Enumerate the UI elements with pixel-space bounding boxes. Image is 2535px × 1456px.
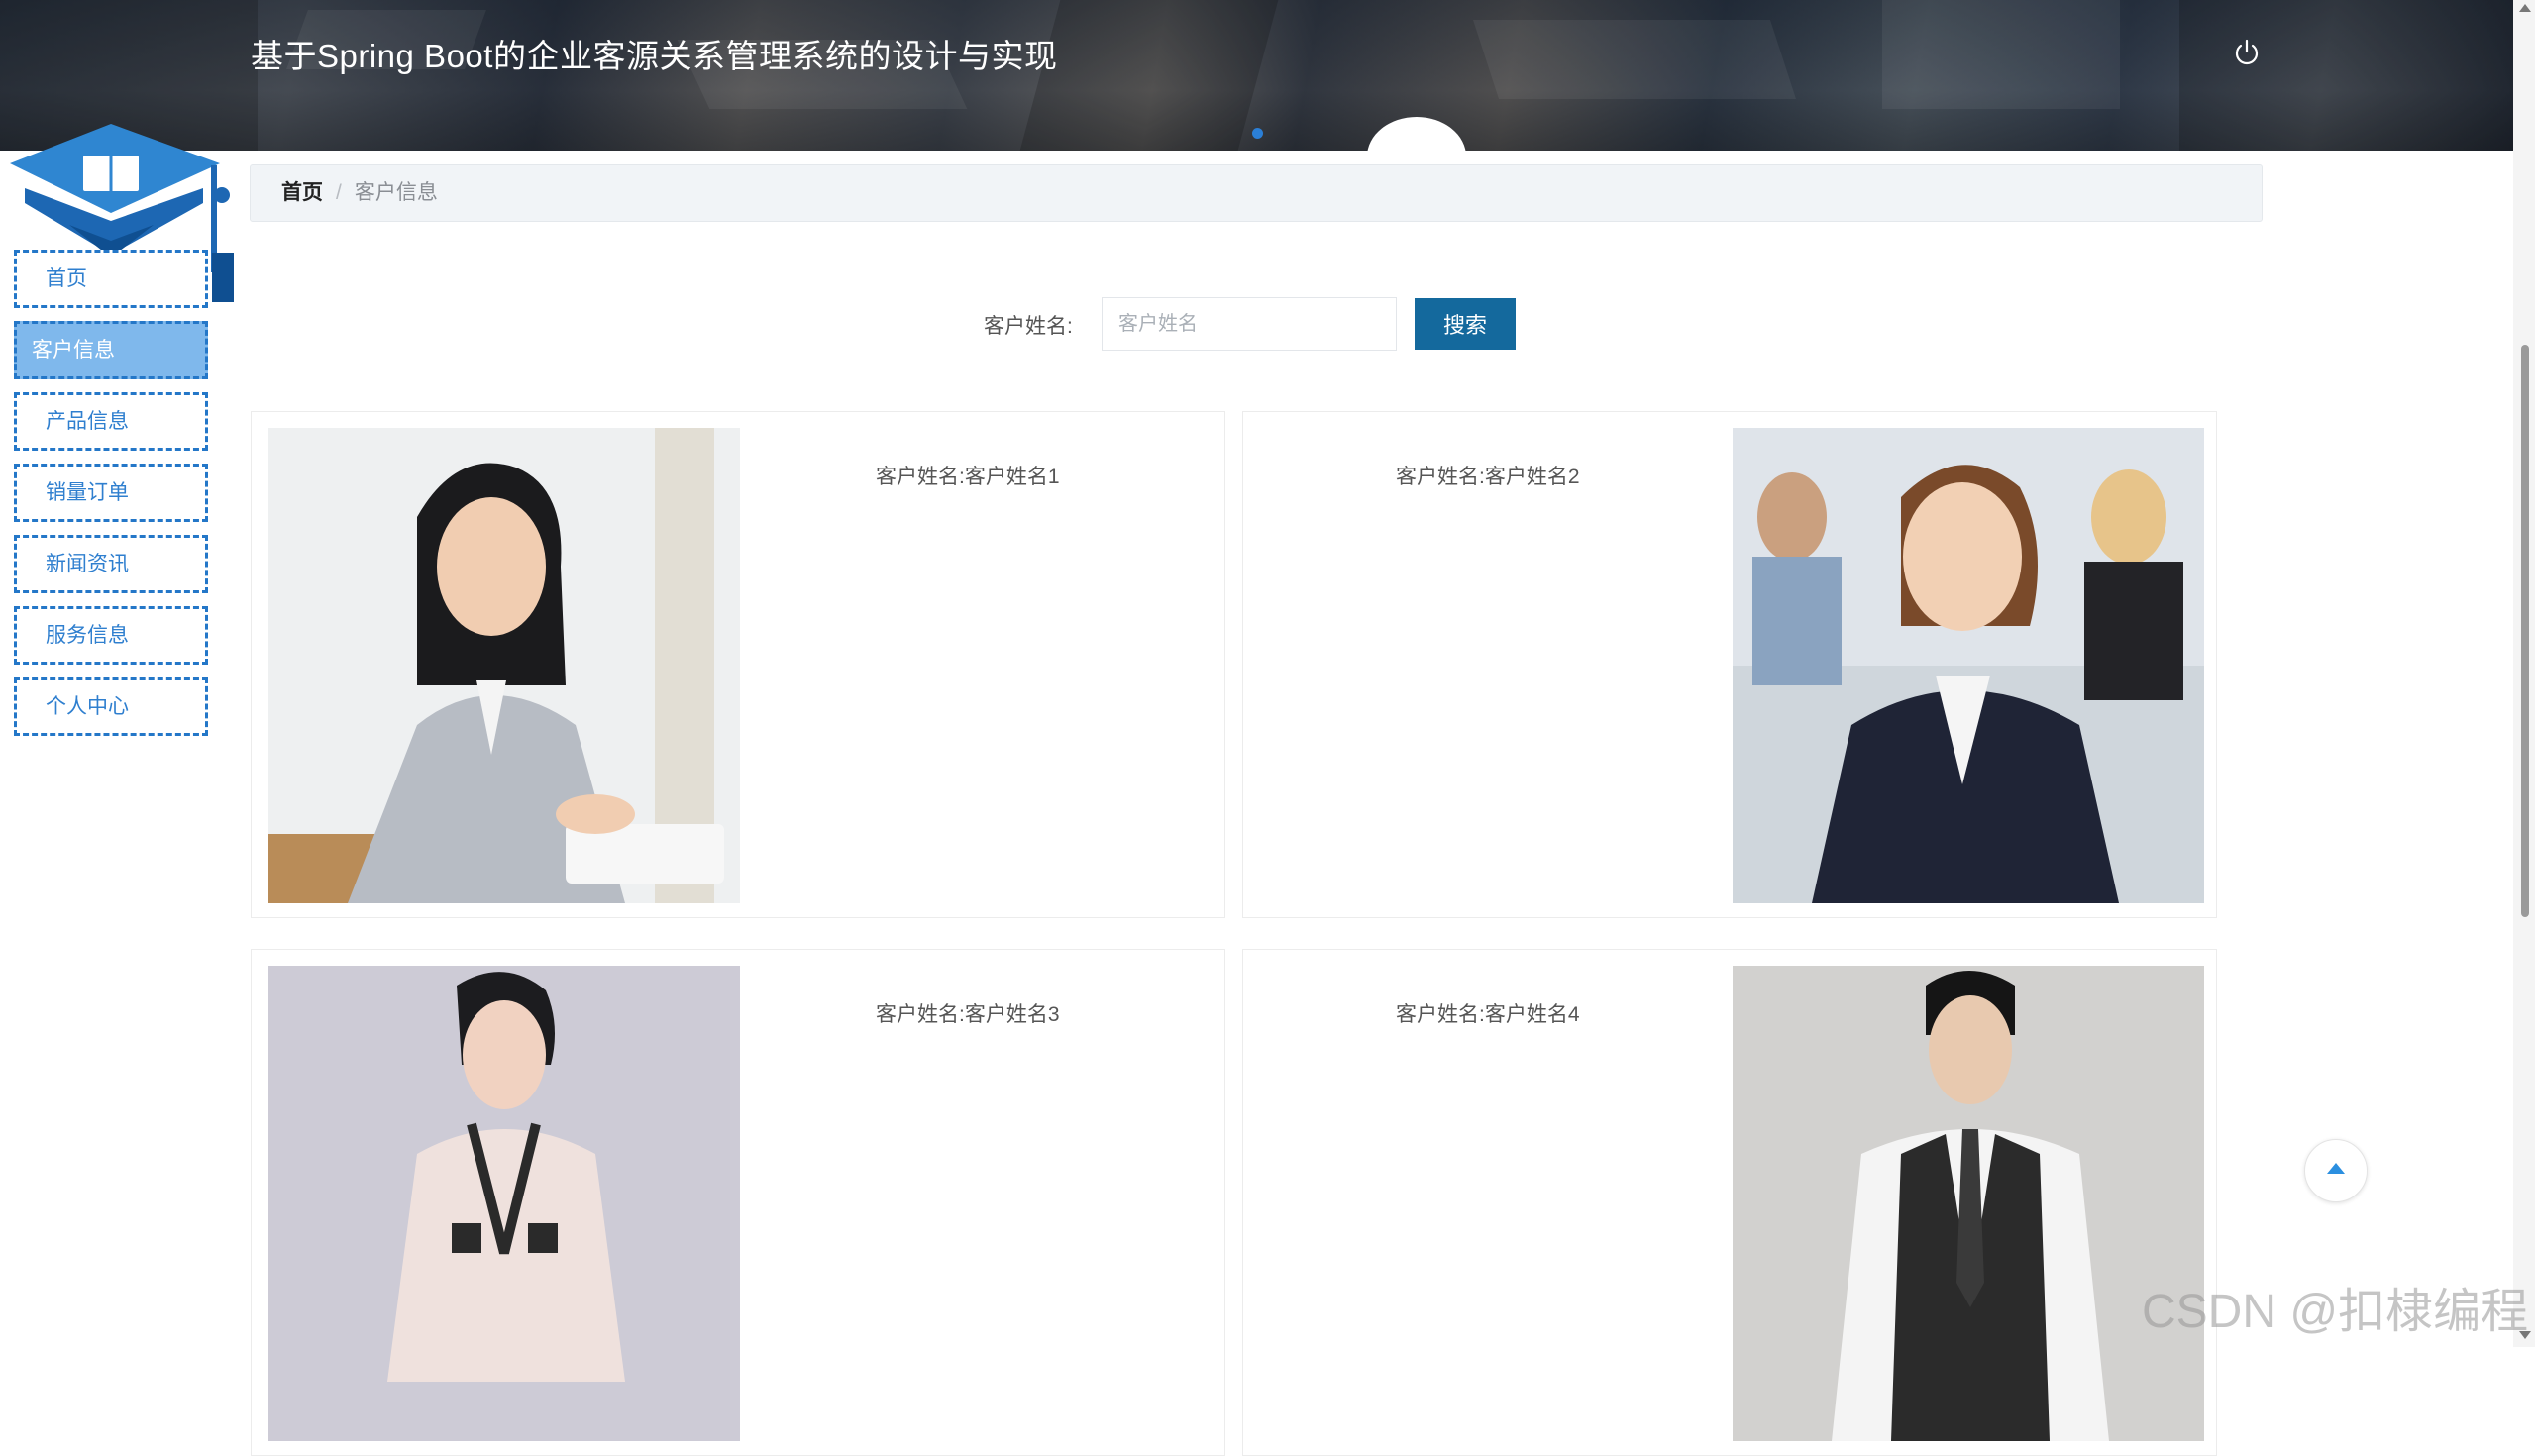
carousel-dot[interactable] xyxy=(1252,128,1263,139)
breadcrumb-separator: / xyxy=(336,181,342,204)
woman-dress-photo xyxy=(268,966,740,1441)
customer-card[interactable]: 客户姓名:客户姓名4 xyxy=(1242,949,2217,1456)
sidebar-item-home[interactable]: 首页 xyxy=(14,250,208,308)
breadcrumb: 首页 / 客户信息 xyxy=(250,164,2263,222)
banner-rooftop xyxy=(1473,20,1796,99)
woman-headset-photo xyxy=(268,428,740,903)
customer-card[interactable]: 客户姓名:客户姓名3 xyxy=(251,949,1225,1456)
scrollbar-thumb[interactable] xyxy=(2521,345,2529,917)
customer-card[interactable]: 客户姓名:客户姓名1 xyxy=(251,411,1225,918)
banner-shade xyxy=(1019,0,1279,151)
banner-shade xyxy=(2179,0,2513,151)
watermark: CSDN @扣棣编程 xyxy=(2142,1286,2529,1338)
sidebar-item-services[interactable]: 服务信息 xyxy=(14,606,208,665)
sidebar-item-news[interactable]: 新闻资讯 xyxy=(14,535,208,593)
customer-name-search-input[interactable] xyxy=(1102,297,1397,351)
back-to-top-button[interactable] xyxy=(2304,1139,2368,1202)
breadcrumb-home-link[interactable]: 首页 xyxy=(281,181,323,204)
header-banner: 基于Spring Boot的企业客源关系管理系统的设计与实现 xyxy=(0,0,2513,151)
page-title: 基于Spring Boot的企业客源关系管理系统的设计与实现 xyxy=(251,38,1058,74)
search-label: 客户姓名: xyxy=(984,315,1073,338)
woman-office-photo xyxy=(1733,428,2204,903)
customer-card[interactable]: 客户姓名:客户姓名2 xyxy=(1242,411,2217,918)
customer-name: 客户姓名:客户姓名1 xyxy=(876,466,1060,488)
man-vest-photo xyxy=(1733,966,2204,1441)
carousel-indicator xyxy=(1367,117,1466,151)
sidebar-nav: 首页 客户信息 产品信息 销量订单 新闻资讯 服务信息 个人中心 xyxy=(14,250,208,749)
sidebar-item-orders[interactable]: 销量订单 xyxy=(14,464,208,522)
power-icon[interactable] xyxy=(2232,38,2262,67)
customer-name: 客户姓名:客户姓名2 xyxy=(1396,466,1580,488)
customer-name: 客户姓名:客户姓名4 xyxy=(1396,1003,1580,1026)
sidebar-item-customers[interactable]: 客户信息 xyxy=(14,321,208,379)
breadcrumb-current: 客户信息 xyxy=(354,181,438,204)
sidebar-item-products[interactable]: 产品信息 xyxy=(14,392,208,451)
banner-building xyxy=(1882,0,2120,109)
search-button[interactable]: 搜索 xyxy=(1415,298,1516,350)
sidebar-item-profile[interactable]: 个人中心 xyxy=(14,677,208,736)
customer-name: 客户姓名:客户姓名3 xyxy=(876,1003,1060,1026)
scroll-up-arrow-icon[interactable] xyxy=(2519,4,2531,12)
